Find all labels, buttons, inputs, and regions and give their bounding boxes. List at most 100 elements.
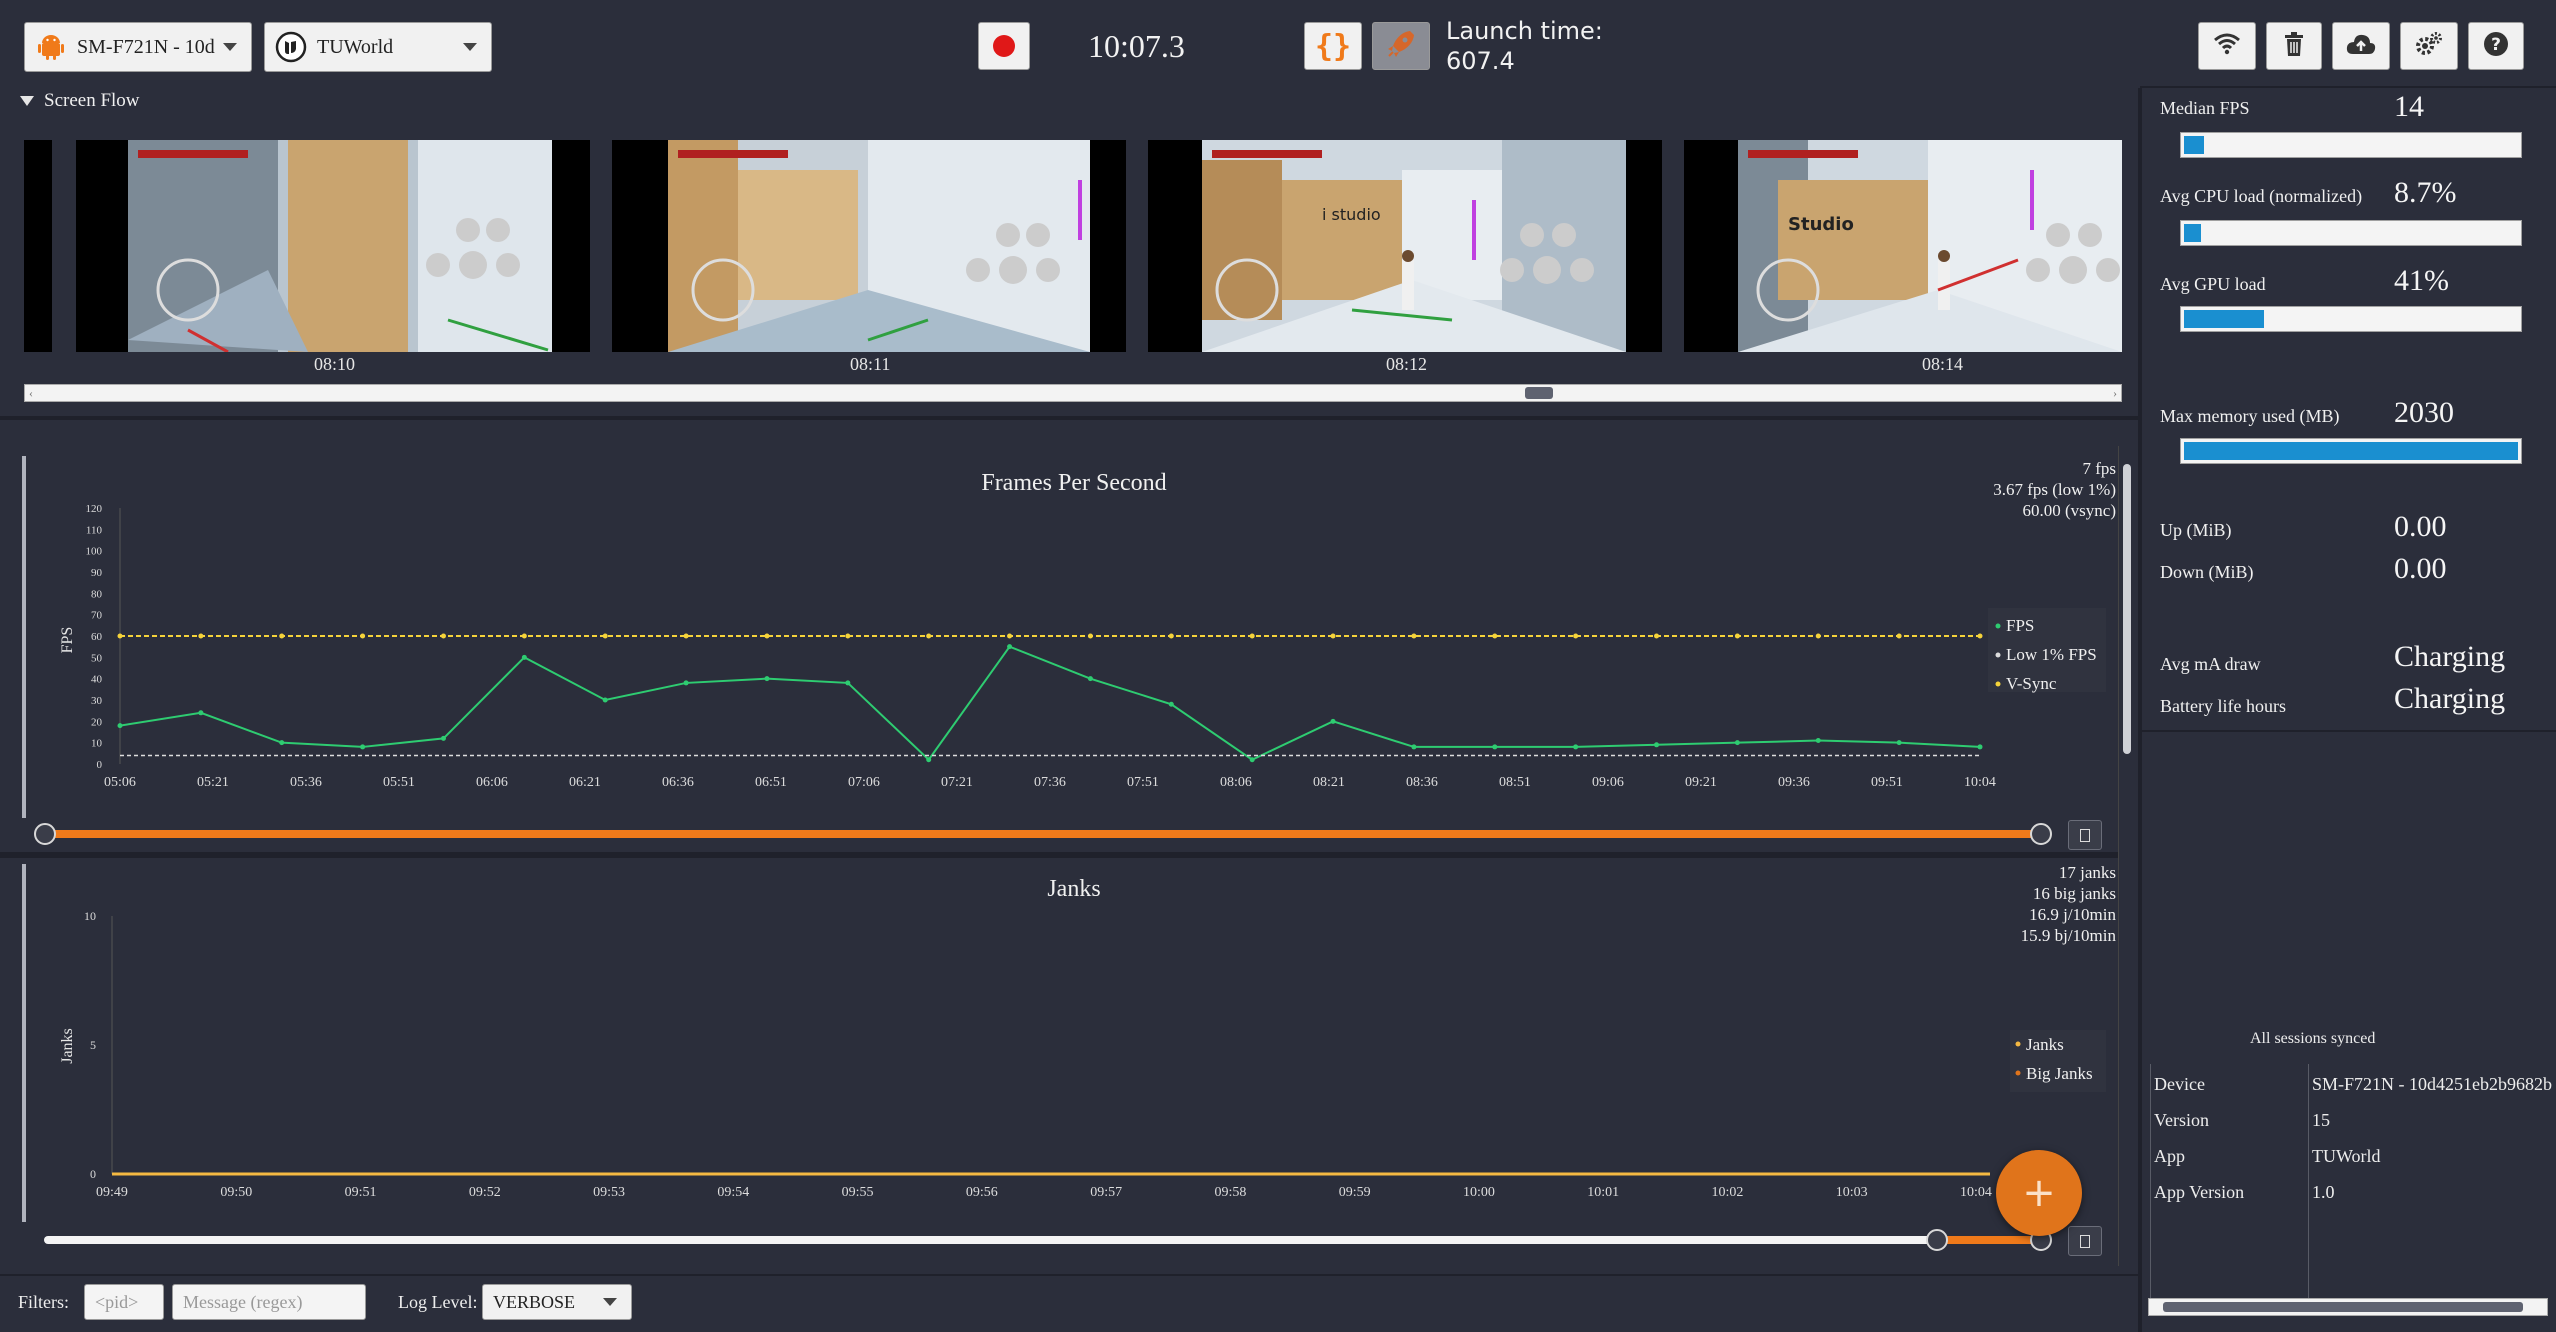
info-key-app: App [2154,1146,2185,1166]
fps-range-slider-track[interactable] [44,830,2044,838]
x-tick-label: 09:51 [345,1185,377,1200]
sync-status: All sessions synced [2250,1030,2376,1047]
pid-filter-input[interactable]: <pid> [84,1284,164,1320]
screen-flow-header[interactable]: Screen Flow [20,90,140,112]
legend-label: Big Janks [2026,1064,2093,1083]
y-tick-label: 60 [91,631,103,643]
x-tick-label: 10:03 [1836,1185,1868,1200]
fps-range-end-handle[interactable] [2030,823,2052,845]
scrollbar-thumb[interactable] [2123,464,2131,754]
screenshot-thumbnail[interactable] [612,140,1126,352]
data-point [602,633,608,639]
screenshot-thumbnail[interactable]: Studio [1684,140,2122,352]
data-point [198,633,204,639]
median-fps-label: Median FPS [2160,98,2250,118]
data-point [1654,742,1660,748]
plus-icon: + [2022,1170,2056,1216]
screenshot-thumbnail-partial[interactable] [24,140,52,352]
data-point [1330,718,1336,724]
thumbnail-timestamp: 08:11 [850,354,891,374]
x-tick-label: 07:21 [941,775,973,790]
x-tick-label: 09:50 [220,1185,252,1200]
message-filter-input[interactable]: Message (regex) [172,1284,366,1320]
info-horizontal-scrollbar[interactable] [2148,1298,2548,1316]
upload-label: Up (MiB) [2160,520,2232,540]
scroll-left-arrow-icon[interactable]: ‹ [29,386,33,401]
device-dropdown-label: SM-F721N - 10d4... [77,35,215,58]
json-export-button[interactable]: {} [1304,22,1362,70]
filters-label: Filters: [18,1292,70,1312]
data-point [1007,644,1013,650]
settings-button[interactable] [2400,22,2458,70]
wifi-button[interactable] [2198,22,2256,70]
data-point [683,680,689,686]
data-point [926,633,932,639]
legend-marker [1995,681,2001,687]
session-timer: 10:07.3 [1088,28,1185,64]
screenshot-thumbnail[interactable]: i studio [1148,140,1662,352]
device-dropdown[interactable]: SM-F721N - 10d4... [24,22,252,72]
log-level-dropdown[interactable]: VERBOSE [482,1284,632,1320]
divider [2142,730,2556,732]
x-tick-label: 09:53 [593,1185,625,1200]
launch-button[interactable] [1372,22,1430,70]
x-tick-label: 08:21 [1313,775,1345,790]
legend-label: V-Sync [2006,674,2057,693]
legend-label: Janks [2026,1035,2064,1054]
x-tick-label: 07:36 [1034,775,1066,790]
data-point [764,676,770,682]
data-point [1815,633,1821,639]
x-tick-label: 09:36 [1778,775,1810,790]
data-point [764,633,770,639]
record-button[interactable] [978,22,1030,70]
chevron-down-icon [463,43,477,51]
battery-life-value: Charging [2394,682,2506,715]
data-point [1411,744,1417,750]
data-point [1573,744,1579,750]
divider [2138,88,2142,1332]
info-value-app: TUWorld [2312,1146,2381,1166]
upload-value: 0.00 [2394,510,2447,543]
chart-edge-bar [22,456,26,818]
delete-button[interactable] [2266,22,2322,70]
data-point [1087,633,1093,639]
charts-vertical-scrollbar[interactable] [2118,446,2134,1266]
y-tick-label: 110 [86,524,103,536]
x-tick-label: 09:56 [966,1185,998,1200]
x-tick-label: 06:36 [662,775,694,790]
game-scene-image [128,140,552,352]
wifi-icon [2213,32,2241,61]
upload-button[interactable] [2332,22,2390,70]
scrollbar-thumb[interactable] [2163,1302,2523,1312]
y-tick-label: 40 [91,674,103,686]
data-point [1007,633,1013,639]
avg-ma-draw-value: Charging [2394,640,2506,673]
janks-range-slider-track[interactable] [44,1236,1994,1244]
x-tick-label: 05:36 [290,775,322,790]
fps-export-button[interactable] [2068,820,2102,850]
janks-export-button[interactable] [2068,1226,2102,1256]
add-fab-button[interactable]: + [1996,1150,2082,1236]
screen-flow-scrollbar[interactable]: ‹ › [24,384,2122,402]
screenshot-thumbnail[interactable] [76,140,590,352]
median-fps-bar [2180,132,2522,158]
app-dropdown[interactable]: TUWorld [264,22,492,72]
chart-title: Frames Per Second [981,470,1166,496]
record-icon [993,35,1015,57]
scrollbar-thumb[interactable] [1525,387,1553,399]
max-memory-value: 2030 [2394,396,2454,429]
log-level-value: VERBOSE [493,1291,576,1312]
janks-range-start-handle[interactable] [1926,1229,1948,1251]
help-button[interactable]: ? [2468,22,2524,70]
x-tick-label: 09:54 [717,1185,749,1200]
y-tick-label: 5 [90,1038,96,1052]
fps-range-start-handle[interactable] [34,823,56,845]
data-point [1573,633,1579,639]
data-point [1977,633,1983,639]
chevron-down-icon [223,43,237,51]
svg-text:?: ? [2491,35,2501,55]
median-fps-value: 14 [2394,90,2424,123]
scroll-right-arrow-icon[interactable]: › [2113,386,2117,401]
cloud-upload-icon [2345,32,2377,61]
x-tick-label: 07:06 [848,775,880,790]
